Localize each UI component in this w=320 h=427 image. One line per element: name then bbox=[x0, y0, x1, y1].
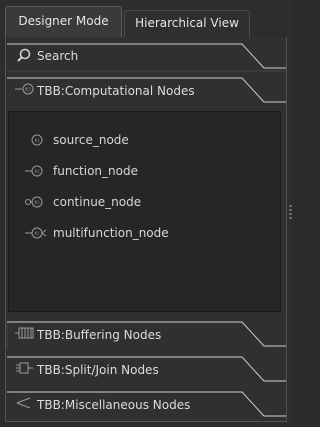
search-section[interactable]: Search bbox=[6, 40, 286, 72]
tab-bar: Designer Mode Hierarchical View bbox=[0, 0, 292, 38]
miscellaneous-nodes-icon bbox=[16, 397, 31, 409]
svg-text:f(): f() bbox=[25, 87, 31, 93]
list-item-multifunction-node[interactable]: f() multifunction_node bbox=[23, 225, 223, 243]
computational-nodes-label: TBB:Computational Nodes bbox=[37, 84, 195, 98]
split-join-nodes-icon bbox=[16, 362, 33, 374]
tab-hierarchical-view-label: Hierarchical View bbox=[135, 16, 239, 30]
list-item-source-node[interactable]: f() source_node bbox=[23, 132, 223, 150]
split-join-nodes-label: TBB:Split/Join Nodes bbox=[37, 363, 159, 377]
miscellaneous-nodes-label: TBB:Miscellaneous Nodes bbox=[37, 398, 191, 412]
source-node-icon: f() bbox=[31, 134, 43, 146]
search-label: Search bbox=[37, 49, 79, 63]
list-item-function-node[interactable]: f() function_node bbox=[23, 163, 223, 181]
buffering-nodes-icon bbox=[15, 327, 34, 339]
computational-nodes-list: f() source_node f() function_node f() co… bbox=[8, 111, 281, 312]
function-node-label: function_node bbox=[53, 164, 138, 178]
multifunction-node-icon: f() bbox=[25, 227, 47, 239]
search-icon bbox=[17, 48, 31, 62]
multifunction-node-label: multifunction_node bbox=[53, 226, 169, 240]
miscellaneous-nodes-section[interactable]: TBB:Miscellaneous Nodes bbox=[6, 388, 286, 420]
continue-node-label: continue_node bbox=[53, 195, 142, 209]
splitter-handle[interactable] bbox=[289, 205, 292, 219]
svg-text:f(): f() bbox=[34, 169, 39, 175]
buffering-nodes-label: TBB:Buffering Nodes bbox=[37, 328, 162, 342]
computational-nodes-section[interactable]: f() TBB:Computational Nodes bbox=[6, 74, 286, 106]
svg-text:f(): f() bbox=[34, 138, 39, 144]
computational-nodes-icon: f() bbox=[15, 83, 34, 95]
source-node-label: source_node bbox=[53, 133, 129, 147]
svg-text:f(): f() bbox=[34, 231, 39, 237]
continue-node-icon: f() bbox=[25, 196, 43, 208]
function-node-icon: f() bbox=[25, 165, 43, 177]
list-item-continue-node[interactable]: f() continue_node bbox=[23, 194, 223, 212]
svg-text:f(): f() bbox=[34, 200, 39, 206]
tab-designer-mode-label: Designer Mode bbox=[18, 14, 109, 28]
split-join-nodes-section[interactable]: TBB:Split/Join Nodes bbox=[6, 353, 286, 385]
tab-hierarchical-view[interactable]: Hierarchical View bbox=[124, 10, 250, 37]
buffering-nodes-section[interactable]: TBB:Buffering Nodes bbox=[6, 318, 286, 350]
node-palette: Designer Mode Hierarchical View Search f… bbox=[0, 0, 292, 427]
tab-designer-mode[interactable]: Designer Mode bbox=[5, 6, 122, 38]
